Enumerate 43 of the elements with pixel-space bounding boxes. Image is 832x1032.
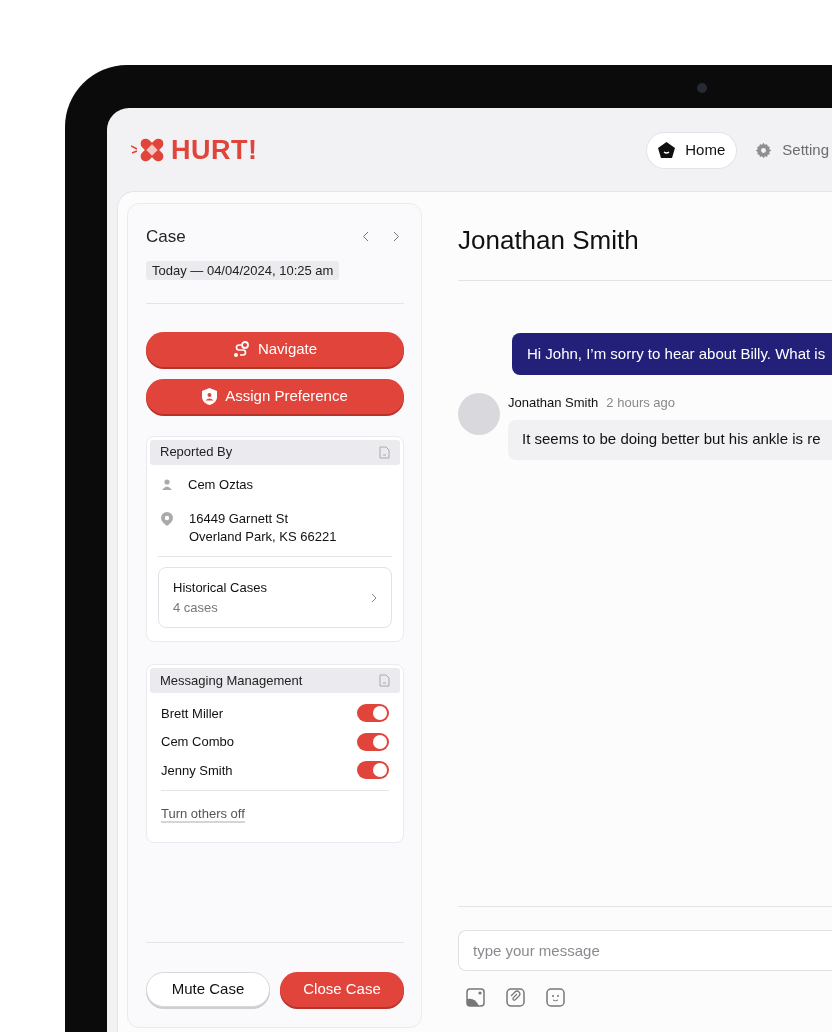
toggle-switch[interactable]: [357, 704, 389, 723]
toggle-switch[interactable]: [357, 732, 389, 751]
person-name: Jenny Smith: [161, 761, 233, 780]
reporter-name: Cem Oztas: [188, 475, 253, 494]
section-title: Reported By: [160, 443, 233, 462]
shield-user-icon: [202, 387, 218, 405]
case-count: 4 cases: [173, 598, 219, 617]
person-name: Cem Combo: [161, 733, 234, 751]
action-button[interactable]: Navigate: [146, 331, 404, 367]
gear-icon: [755, 141, 773, 159]
chevron-right-icon: [371, 592, 377, 603]
image-icon[interactable]: [466, 988, 485, 1007]
logo-text: HURT!: [171, 133, 258, 167]
chevron-left-icon[interactable]: [362, 231, 369, 243]
address-text: 16449 Garnett St Overland Park, KS 66221: [189, 510, 337, 546]
received-message: It seems to be doing better but his ankle is re: [508, 419, 832, 460]
historical-cases-item[interactable]: Historical Cases 4 cases: [158, 567, 392, 628]
sender-name: Jonathan Smith: [508, 394, 599, 413]
nav-tab[interactable]: Home: [647, 132, 737, 168]
message-time: 2 hours ago: [606, 394, 675, 413]
person-name: Brett Miller: [161, 704, 224, 723]
person-icon: [162, 478, 172, 490]
paperclip-icon[interactable]: [506, 988, 525, 1007]
turn-others-off-link[interactable]: Turn others off: [161, 805, 245, 823]
smiley-icon[interactable]: [546, 988, 565, 1007]
home-icon: [658, 142, 676, 158]
historical-cases-title: Historical Cases: [173, 579, 267, 597]
chat-title: Jonathan Smith: [458, 225, 640, 257]
case-title: Case: [146, 226, 186, 248]
camera-icon: [697, 83, 707, 93]
avatar-placeholder: [458, 393, 500, 436]
location-pin-icon: [161, 512, 173, 526]
nav-tab[interactable]: Setting: [744, 132, 832, 168]
mute-case-button[interactable]: Mute Case: [146, 972, 270, 1007]
chevron-right-icon[interactable]: [393, 231, 400, 243]
action-button[interactable]: Assign Preference: [146, 378, 404, 414]
date-chip: Today — 04/04/2024, 10:25 am: [146, 260, 340, 280]
route-icon: [232, 340, 250, 358]
close-case-button[interactable]: Close Case: [280, 972, 404, 1007]
section-title: Messaging Management: [160, 671, 303, 690]
toggle-switch[interactable]: [357, 761, 389, 780]
message-input[interactable]: type your message: [458, 930, 832, 971]
sent-message: Hi John, I’m sorry to hear about Billy. What is: [512, 333, 832, 376]
